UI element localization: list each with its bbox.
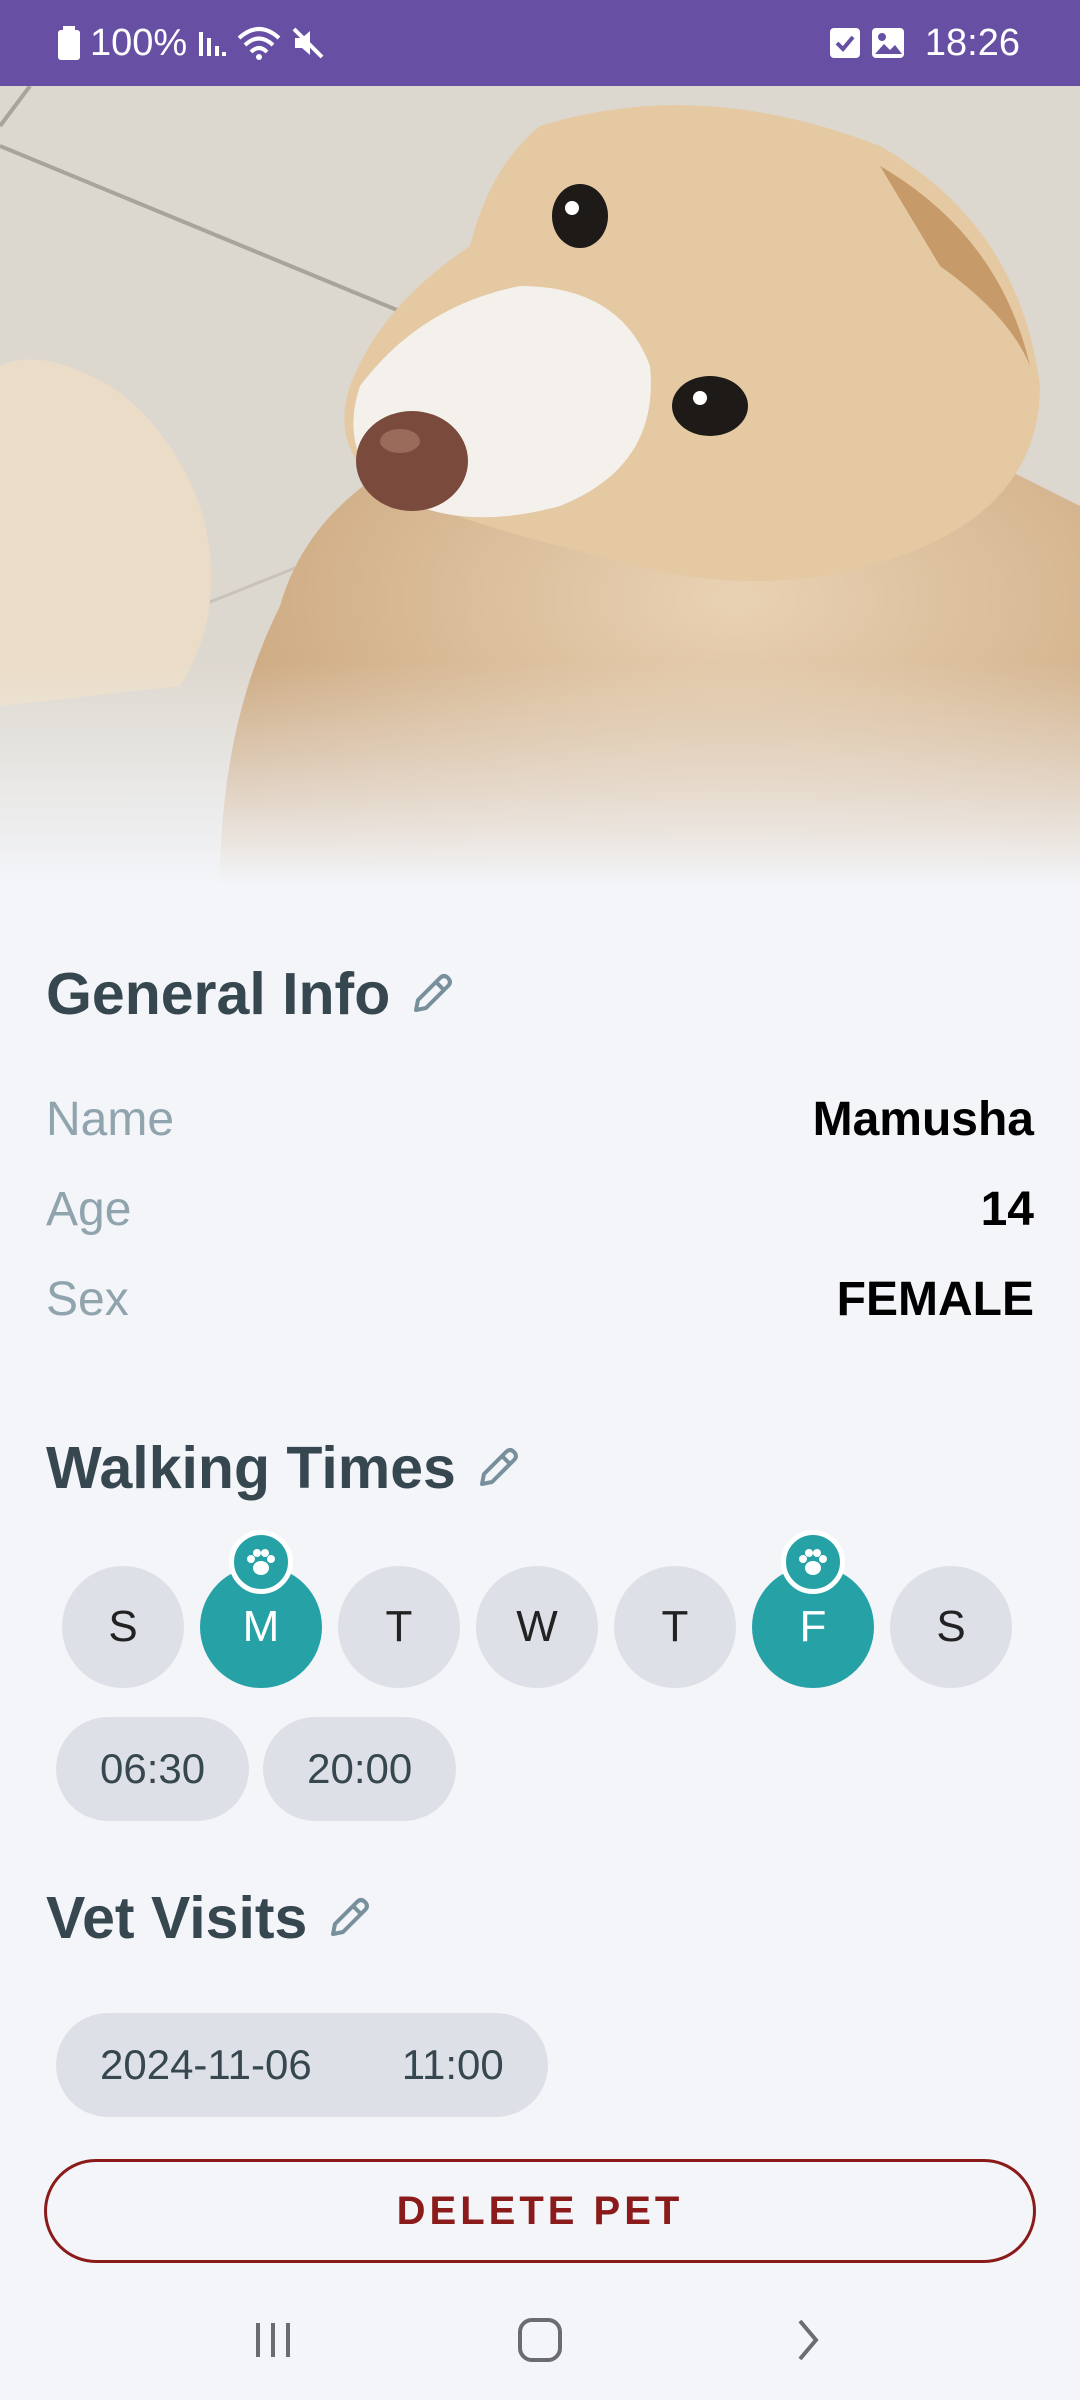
general-info-title: General Info [46, 961, 391, 1027]
vet-visit-time: 11:00 [401, 2041, 504, 2088]
general-info-header: General Info [46, 960, 458, 1028]
vet-visit-chip[interactable]: 2024-11-06 11:00 [56, 2013, 548, 2117]
day-letter: M [242, 1602, 280, 1651]
walking-times-title: Walking Times [46, 1435, 456, 1501]
info-label: Name [46, 1092, 175, 1146]
vet-visits-header: Vet Visits [46, 1884, 375, 1952]
status-right: 18:26 [829, 22, 1020, 65]
info-value: Mamusha [812, 1092, 1034, 1146]
info-row-name: Name Mamusha [46, 1089, 1034, 1149]
chevron-right-icon [798, 2319, 819, 2361]
day-friday[interactable]: F [752, 1530, 874, 1688]
pet-details-screen: 100% 18:26 General Info Name Mamusha Age… [0, 0, 1080, 2400]
walking-time-chip[interactable]: 06:30 [56, 1717, 250, 1821]
vet-visit-chips: 2024-11-06 11:00 [56, 2013, 548, 2117]
walking-time: 20:00 [307, 1745, 413, 1792]
home-button[interactable] [490, 2290, 590, 2390]
day-thursday[interactable]: T [614, 1566, 736, 1688]
vet-visits-title: Vet Visits [46, 1885, 308, 1951]
delete-pet-button[interactable]: DELETE PET [44, 2159, 1036, 2263]
pet-photo [0, 86, 1080, 886]
signal-icon [197, 28, 227, 58]
mute-icon [291, 26, 325, 60]
status-bar: 100% 18:26 [0, 0, 1080, 86]
info-label: Sex [46, 1272, 129, 1326]
day-wednesday[interactable]: W [476, 1566, 598, 1688]
wifi-icon [237, 26, 281, 60]
home-icon [517, 2318, 562, 2362]
day-monday[interactable]: M [200, 1530, 322, 1688]
recent-apps-button[interactable] [223, 2290, 323, 2390]
info-value: 14 [980, 1182, 1034, 1236]
day-letter: T [661, 1602, 689, 1651]
info-row-sex: Sex FEMALE [46, 1269, 1034, 1329]
back-button[interactable] [757, 2290, 857, 2390]
day-saturday[interactable]: S [890, 1566, 1012, 1688]
day-letter: W [516, 1602, 558, 1651]
day-sunday[interactable]: S [62, 1566, 184, 1688]
info-label: Age [46, 1182, 132, 1236]
weekday-selector: S M T W T F S [62, 1530, 1012, 1688]
recent-apps-icon [256, 2323, 291, 2357]
status-time: 18:26 [924, 21, 1020, 64]
image-icon [871, 27, 905, 59]
paw-icon [229, 1530, 293, 1594]
battery-icon [58, 26, 80, 60]
checkbox-icon [829, 27, 861, 59]
edit-general-info-icon[interactable] [406, 968, 458, 1020]
day-tuesday[interactable]: T [338, 1566, 460, 1688]
info-value: FEMALE [836, 1272, 1034, 1326]
walking-time-chip[interactable]: 20:00 [263, 1717, 457, 1821]
walking-time-chips: 06:30 20:00 [56, 1717, 457, 1821]
walking-time: 06:30 [100, 1745, 206, 1792]
day-letter: S [936, 1602, 966, 1651]
walking-times-header: Walking Times [46, 1434, 524, 1502]
system-nav-bar [0, 2280, 1080, 2400]
edit-vet-visits-icon[interactable] [323, 1892, 375, 1944]
paw-icon [781, 1530, 845, 1594]
status-left: 100% [58, 22, 325, 65]
battery-percent: 100% [90, 21, 188, 64]
day-letter: F [799, 1602, 827, 1651]
vet-visit-date: 2024-11-06 [100, 2041, 312, 2088]
day-letter: T [385, 1602, 413, 1651]
edit-walking-times-icon[interactable] [472, 1442, 524, 1494]
info-row-age: Age 14 [46, 1179, 1034, 1239]
day-letter: S [108, 1602, 138, 1651]
